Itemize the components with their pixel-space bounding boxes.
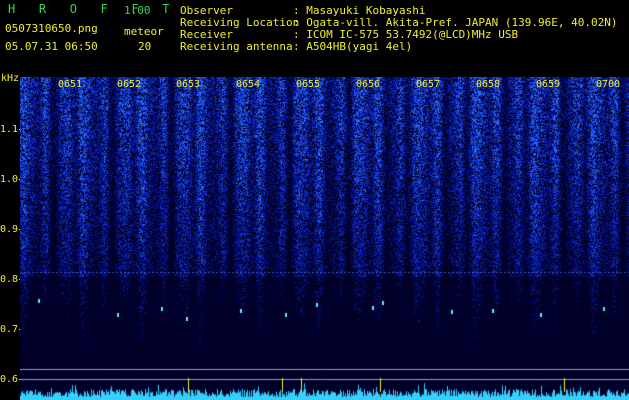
tick-0-6: 0.6 [0,374,23,385]
tick-0-8: 0.8 [0,274,23,285]
receiver-value: : ICOM IC-575 53.7492(@LCD)MHz USB [293,28,519,41]
observer-value: : Masayuki Kobayashi [293,4,426,17]
location-label: Receiving Location [180,16,300,29]
time-label-0654: 0654 [236,79,261,90]
time-label-0652: 0652 [117,79,142,90]
app-version: 1.00 [124,4,151,17]
time-label-0655: 0655 [296,79,321,90]
tick-0-9: 0.9 [0,224,23,235]
meteor-count: 20 [138,40,152,53]
waterfall-spectrogram [20,77,629,400]
antenna-value: : A504HB(yagi 4el) [293,40,413,53]
time-label-0700: 0700 [596,79,621,90]
time-label-0657: 0657 [416,79,441,90]
tick-0-7: 0.7 [0,324,23,335]
date-time: 05.07.31 06:50 [5,40,98,53]
tick-1-1: 1.1 [0,124,23,135]
time-label-0656: 0656 [356,79,381,90]
frequency-axis: kHz 1.1 1.0 0.9 0.8 0.7 0.6 [0,72,23,400]
time-label-0659: 0659 [536,79,561,90]
tick-1-0: 1.0 [0,174,23,185]
antenna-label: Receiving antenna [180,40,293,53]
frequency-unit-label: kHz [1,73,20,84]
observer-label: Observer [180,4,233,17]
file-name: 0507310650.png [5,22,98,35]
time-label-0658: 0658 [476,79,501,90]
time-label-0653: 0653 [176,79,201,90]
time-label-0651: 0651 [58,79,83,90]
meteor-label: meteor [124,25,164,38]
receiver-label: Receiver [180,28,233,41]
app-title: H R O F F T [8,2,178,16]
location-value: : Ogata-vill. Akita-Pref. JAPAN (139.96E… [293,16,618,29]
